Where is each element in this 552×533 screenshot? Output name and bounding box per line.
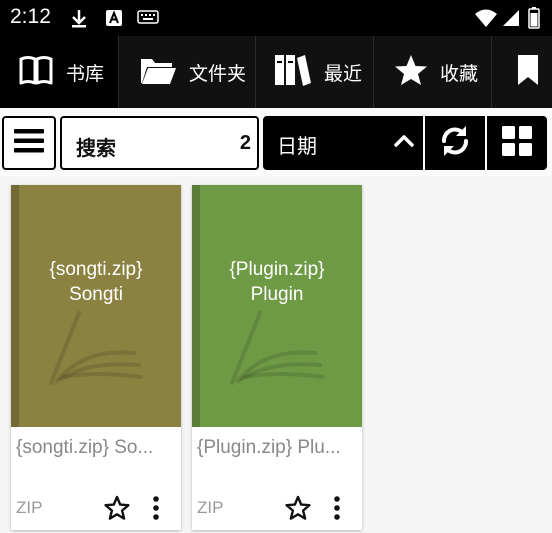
- bookmark-icon: [516, 53, 540, 91]
- status-bar: 2:12: [0, 0, 552, 36]
- tab-library[interactable]: 书库: [0, 36, 118, 108]
- menu-button[interactable]: [2, 116, 56, 170]
- tab-library-label: 书库: [66, 62, 105, 85]
- tab-bookmarks[interactable]: [491, 36, 552, 108]
- library-tab-bar: 书库 文件夹 最近 收藏: [0, 36, 552, 108]
- tab-recent-label: 最近: [324, 62, 363, 85]
- book-format: ZIP: [197, 498, 224, 517]
- signal-icon: [502, 9, 520, 31]
- app-logo-watermark-icon: [220, 293, 330, 397]
- book-card[interactable]: {Plugin.zip} Plugin {Plugin.zip} Plu... …: [192, 185, 362, 530]
- book-title: {songti.zip} So...: [16, 437, 154, 458]
- battery-icon: [528, 7, 540, 33]
- grid-icon: [501, 125, 533, 161]
- refresh-button[interactable]: [425, 116, 485, 170]
- cover-filename: {Plugin.zip}: [229, 259, 325, 280]
- star-icon: [394, 54, 428, 90]
- a-box-icon: [105, 9, 123, 31]
- library-toolbar: 搜索 2 日期: [0, 108, 552, 176]
- book-open-icon: [18, 54, 54, 90]
- books-icon: [274, 53, 312, 91]
- download-icon: [70, 9, 88, 33]
- hamburger-menu-icon: [13, 127, 45, 159]
- wifi-icon: [474, 8, 498, 32]
- more-options-icon[interactable]: [330, 494, 344, 526]
- favorite-star-icon[interactable]: [103, 494, 131, 526]
- tab-folders[interactable]: 文件夹: [118, 36, 255, 108]
- more-options-icon[interactable]: [149, 494, 163, 526]
- book-cover[interactable]: {Plugin.zip} Plugin: [192, 185, 362, 427]
- status-time: 2:12: [10, 5, 51, 28]
- folder-icon: [139, 54, 177, 90]
- tab-favorites[interactable]: 收藏: [373, 36, 491, 108]
- keyboard-icon: [137, 9, 159, 29]
- tab-recent[interactable]: 最近: [255, 36, 373, 108]
- book-cover[interactable]: {songti.zip} Songti: [11, 185, 181, 427]
- search-input[interactable]: 搜索 2: [60, 116, 259, 170]
- result-count: 2: [239, 132, 251, 154]
- cover-filename: {songti.zip}: [49, 259, 143, 280]
- refresh-icon: [436, 122, 474, 164]
- tab-favorites-label: 收藏: [440, 62, 479, 85]
- app-logo-watermark-icon: [39, 293, 149, 397]
- book-card[interactable]: {songti.zip} Songti {songti.zip} So... Z…: [11, 185, 181, 530]
- book-title: {Plugin.zip} Plu...: [197, 437, 341, 458]
- search-placeholder: 搜索: [76, 136, 116, 160]
- chevron-up-icon: [393, 132, 415, 154]
- book-format: ZIP: [16, 498, 43, 517]
- tab-folders-label: 文件夹: [189, 62, 247, 85]
- sort-dropdown[interactable]: 日期: [263, 116, 423, 170]
- grid-view-button[interactable]: [487, 116, 547, 170]
- favorite-star-icon[interactable]: [284, 494, 312, 526]
- sort-label: 日期: [277, 134, 317, 158]
